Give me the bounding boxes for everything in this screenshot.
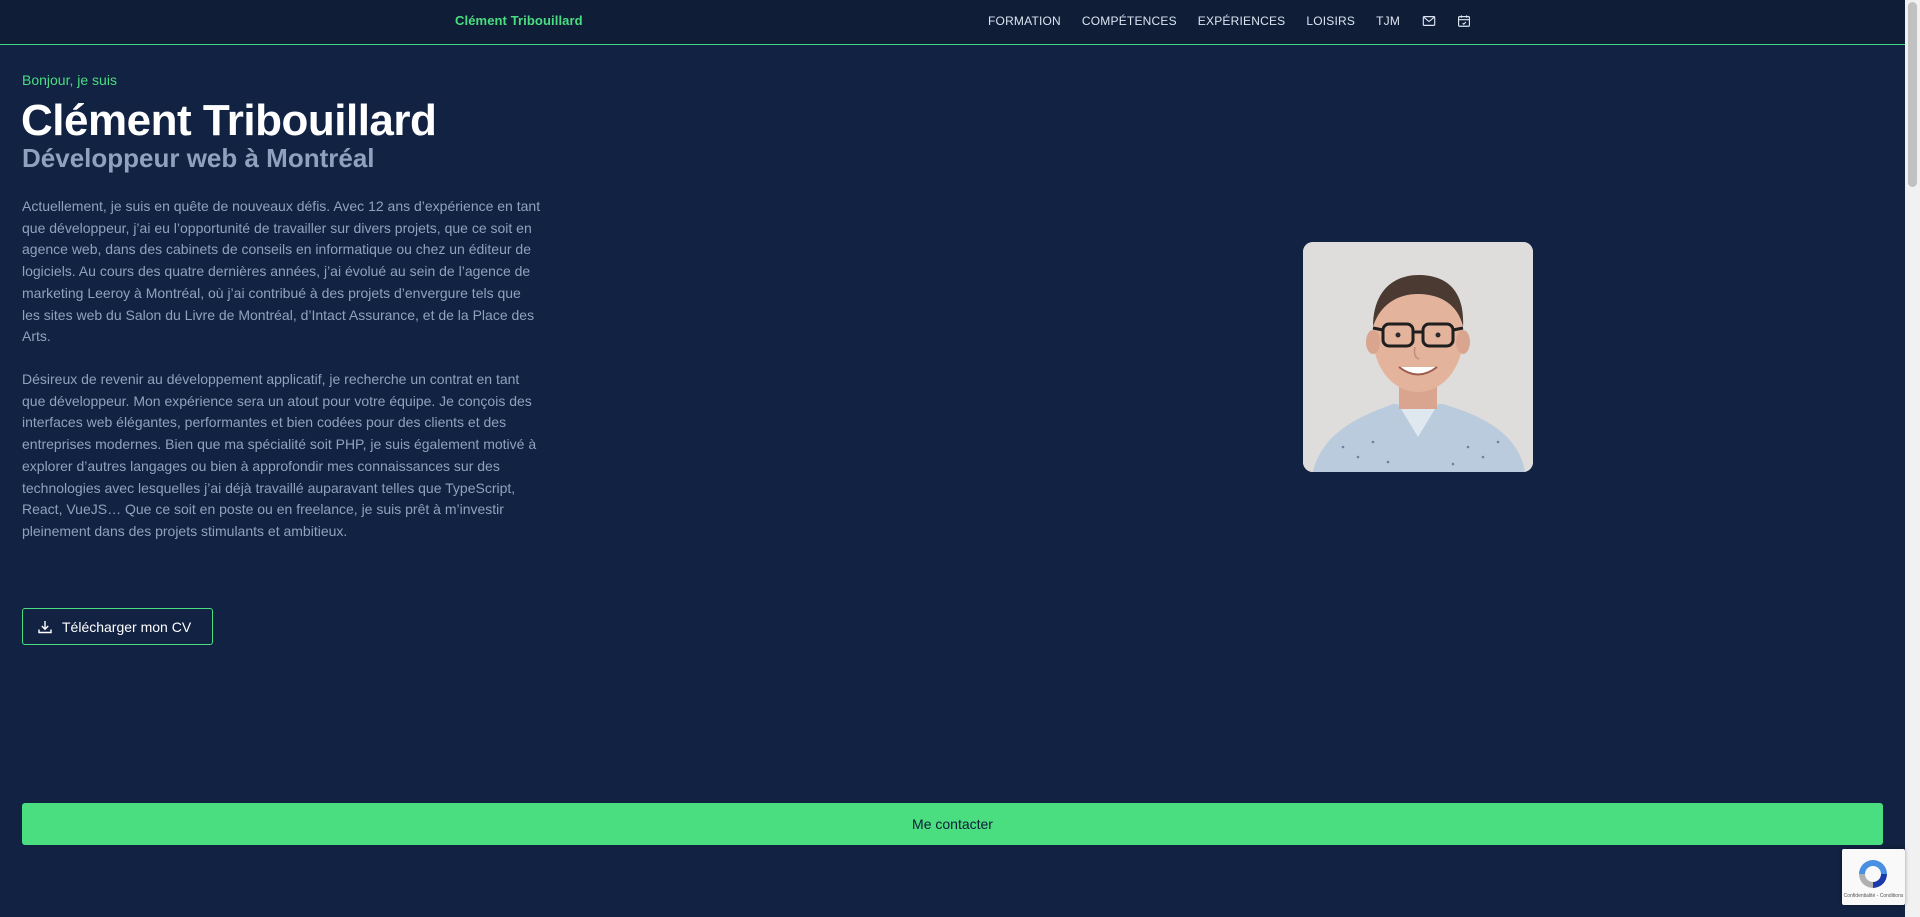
scrollbar-thumb[interactable] [1908,2,1917,187]
bio-paragraph-2: Désireux de revenir au développement app… [22,371,537,539]
download-cv-button[interactable]: Télécharger mon CV [22,608,213,645]
greeting: Bonjour, je suis [22,72,117,88]
contact-button[interactable]: Me contacter [22,803,1883,845]
recaptcha-links[interactable]: Confidentialité - Conditions [1842,893,1905,899]
nav-formation[interactable]: FORMATION [988,14,1061,28]
page-scrollbar[interactable] [1905,0,1920,917]
nav-competences[interactable]: COMPÉTENCES [1082,14,1177,28]
main-nav: FORMATION COMPÉTENCES EXPÉRIENCES LOISIR… [988,13,1491,29]
page: Clément Tribouillard FORMATION COMPÉTENC… [0,0,1920,917]
nav-loisirs[interactable]: LOISIRS [1306,14,1355,28]
mail-icon[interactable] [1421,13,1437,29]
nav-tjm[interactable]: TJM [1376,14,1400,28]
bio-paragraph-1: Actuellement, je suis en quête de nouvea… [22,198,541,345]
profile-photo [1303,242,1533,472]
brand-link[interactable]: Clément Tribouillard [455,13,583,28]
recaptcha-icon [1859,860,1887,888]
hero-role: Développeur web à Montréal [22,143,375,173]
top-navbar: Clément Tribouillard FORMATION COMPÉTENC… [0,0,1905,45]
recaptcha-badge[interactable]: Confidentialité - Conditions [1842,849,1905,905]
calendar-icon[interactable] [1456,13,1472,29]
nav-experiences[interactable]: EXPÉRIENCES [1198,14,1286,28]
download-cv-label: Télécharger mon CV [62,618,192,635]
hero-name: Clément Tribouillard [21,96,437,145]
download-icon [38,620,52,633]
